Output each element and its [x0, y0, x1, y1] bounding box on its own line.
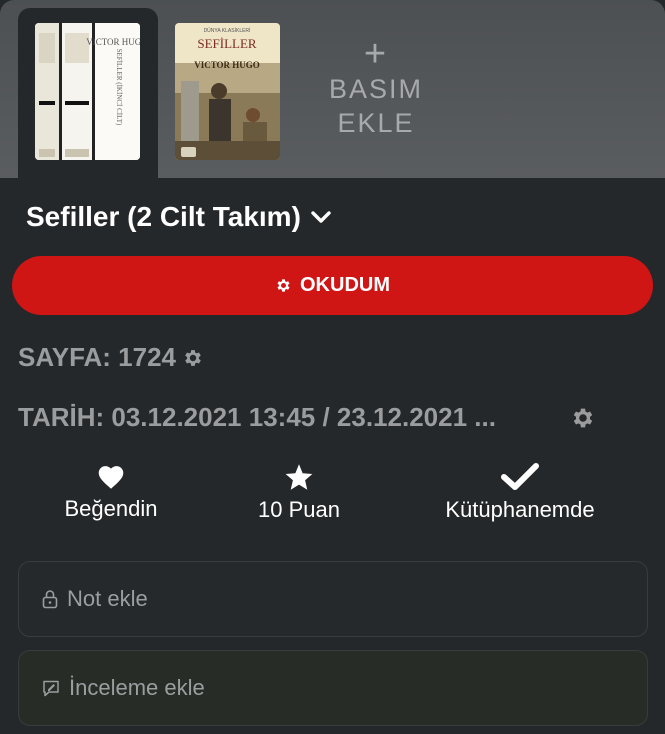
editions-strip: VICTOR HUGO SEFİLLER (İKİNCİ CİLT) DÜNYA…	[0, 0, 665, 180]
plus-icon: +	[363, 33, 389, 75]
book-actions: Beğendin 10 Puan Kütüphanemde	[0, 463, 665, 533]
note-input[interactable]: Not ekle	[18, 561, 648, 637]
add-edition-button[interactable]: + BASIM EKLE	[320, 33, 432, 140]
page-count-row[interactable]: SAYFA: 1724	[18, 342, 204, 373]
cover2-title-text: SEFİLLER	[197, 36, 257, 51]
gear-icon	[275, 277, 292, 294]
star-icon	[284, 463, 314, 491]
checkmark-icon	[501, 463, 539, 491]
read-status-button[interactable]: OKUDUM	[12, 256, 653, 315]
book-title-dropdown[interactable]: Sefiller (2 Cilt Takım)	[26, 201, 331, 233]
review-placeholder: İnceleme ekle	[69, 675, 205, 700]
book-title: Sefiller (2 Cilt Takım)	[26, 201, 301, 232]
comment-edit-icon	[41, 678, 61, 698]
note-placeholder: Not ekle	[67, 586, 148, 611]
reading-dates-row: TARİH: 03.12.2021 13:45 / 23.12.2021 ...	[18, 402, 496, 433]
review-input[interactable]: İnceleme ekle	[18, 650, 648, 726]
edition-cover-2[interactable]: DÜNYA KLASİKLERİ SEFİLLER VICTOR HUGO	[175, 23, 280, 160]
reading-dates-text: TARİH: 03.12.2021 13:45 / 23.12.2021 ...	[18, 402, 496, 432]
cover1-title-text: SEFİLLER (İKİNCİ CİLT)	[115, 49, 123, 126]
library-label: Kütüphanemde	[445, 497, 595, 522]
cover1-author-text: VICTOR HUGO	[86, 37, 140, 47]
edition-cover-1[interactable]: VICTOR HUGO SEFİLLER (İKİNCİ CİLT)	[35, 23, 140, 160]
rating-label: 10 Puan	[258, 497, 340, 522]
add-edition-label-line1: BASIM	[328, 74, 424, 104]
like-label: Beğendin	[64, 496, 158, 521]
cover2-author-text: VICTOR HUGO	[194, 60, 260, 70]
heart-icon	[96, 463, 126, 490]
gear-icon[interactable]	[570, 405, 596, 431]
page-count-text: SAYFA: 1724	[18, 342, 177, 372]
gear-icon	[182, 347, 204, 369]
rating-button[interactable]: 10 Puan	[240, 463, 358, 523]
add-edition-label-line2: EKLE	[337, 108, 415, 138]
read-status-label: OKUDUM	[300, 274, 390, 296]
chevron-down-icon	[311, 210, 331, 224]
lock-icon	[41, 589, 59, 609]
library-button[interactable]: Kütüphanemde	[430, 463, 610, 523]
like-button[interactable]: Beğendin	[50, 463, 172, 522]
book-detail-card: VICTOR HUGO SEFİLLER (İKİNCİ CİLT) DÜNYA…	[0, 0, 665, 734]
cover2-series-text: DÜNYA KLASİKLERİ	[204, 27, 251, 34]
